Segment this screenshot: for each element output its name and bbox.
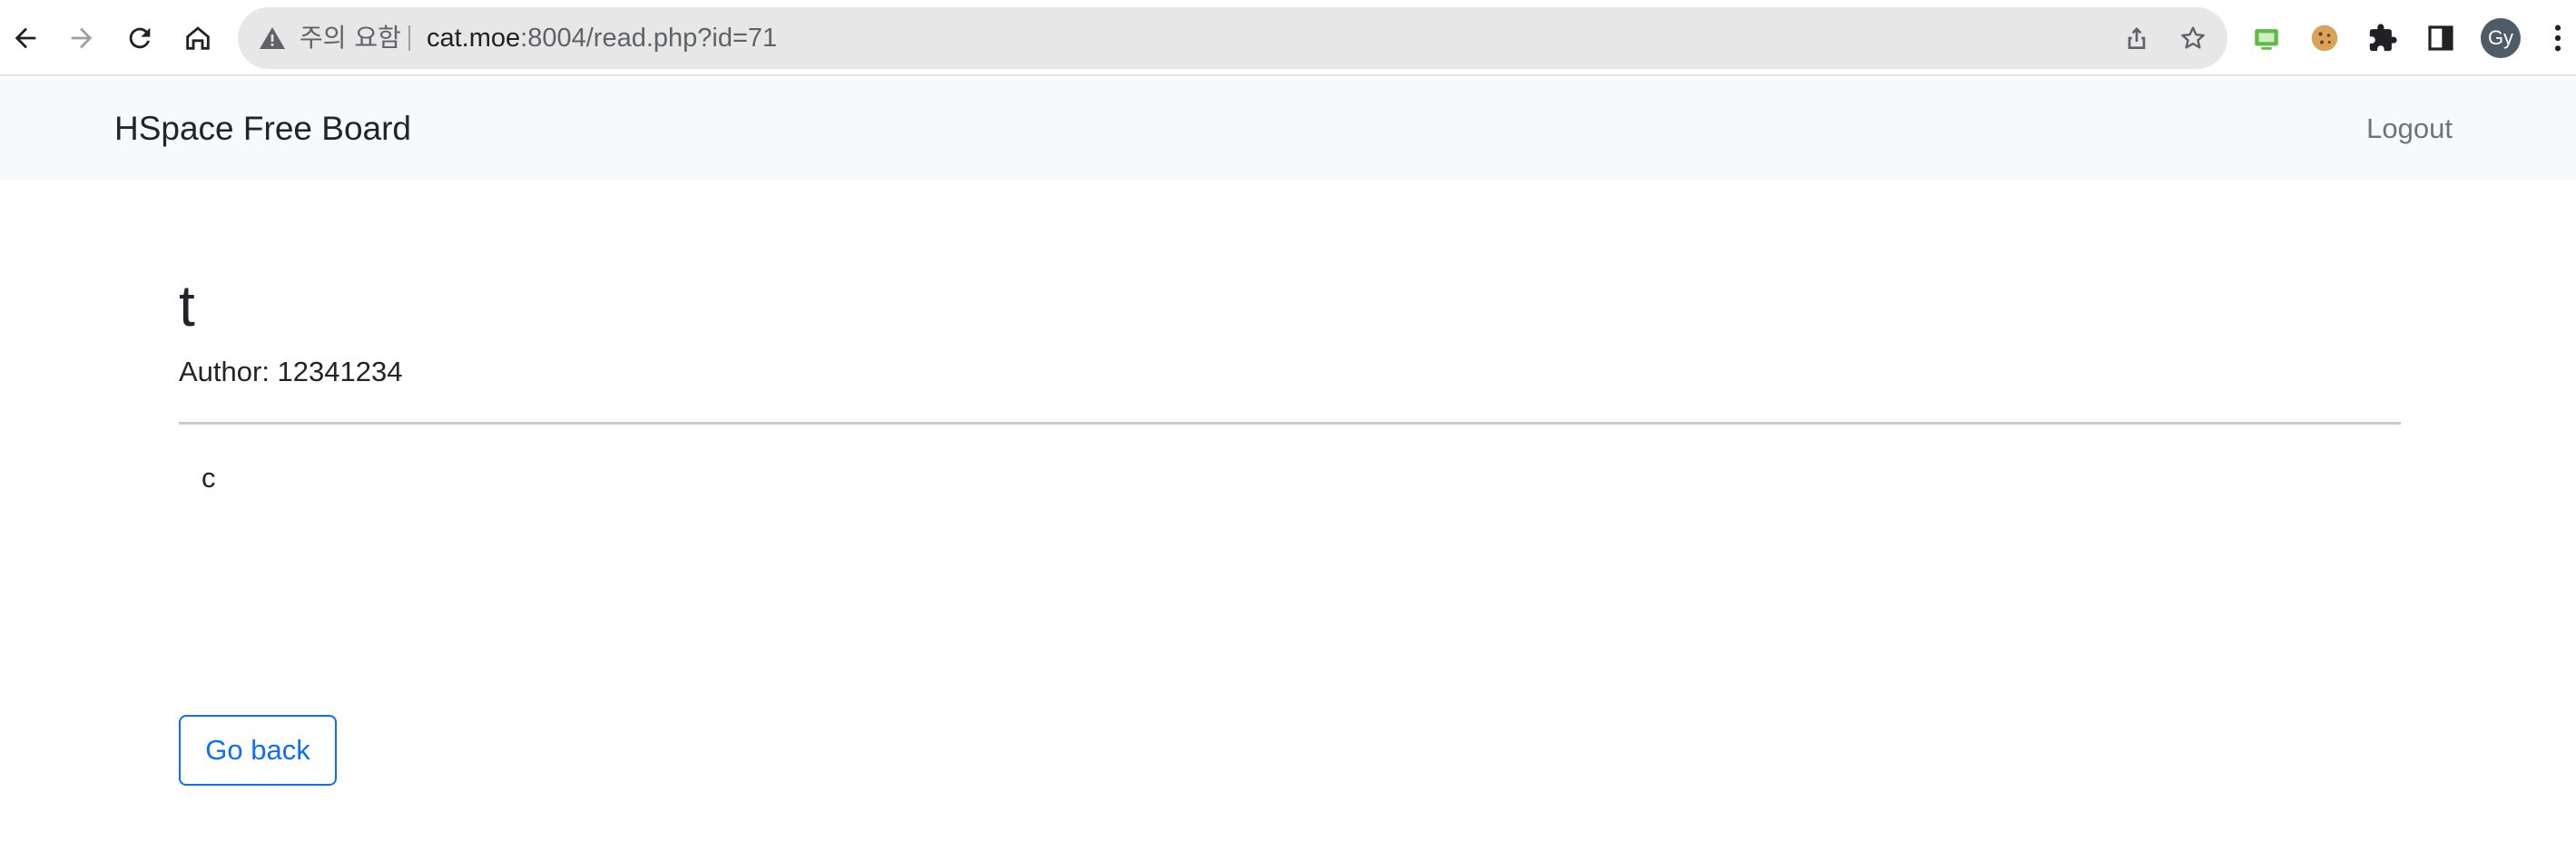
back-button[interactable]: [0, 13, 51, 64]
home-icon: [186, 26, 210, 50]
profile-avatar[interactable]: Gy: [2481, 18, 2521, 58]
go-back-button[interactable]: Go back: [179, 715, 337, 786]
site-navbar: HSpace Free Board Logout: [0, 78, 2576, 180]
site-brand[interactable]: HSpace Free Board: [114, 78, 411, 180]
post-body: c: [202, 462, 216, 494]
reload-button[interactable]: [114, 13, 165, 64]
browser-toolbar: 주의 요함 cat.moe:8004/read.php?id=71 Gy: [0, 0, 2576, 76]
puzzle-icon[interactable]: [2365, 20, 2401, 56]
post-author: Author: 12341234: [179, 356, 403, 387]
cookie-icon[interactable]: [2306, 20, 2343, 56]
url-host: cat.moe: [427, 24, 521, 53]
post-divider: [179, 422, 2401, 425]
warning-icon: [260, 27, 285, 49]
side-panel-icon[interactable]: [2423, 20, 2459, 56]
star-icon[interactable]: [2178, 24, 2207, 53]
security-status-label[interactable]: 주의 요함: [300, 7, 401, 69]
post-title: t: [179, 273, 195, 338]
url-path: :8004/read.php?id=71: [520, 24, 778, 53]
home-button[interactable]: [172, 13, 223, 64]
back-arrow-icon: [15, 27, 36, 49]
url-text[interactable]: cat.moe:8004/read.php?id=71: [427, 7, 777, 69]
forward-button[interactable]: [56, 13, 107, 64]
omnibox-separator: [408, 25, 410, 51]
kebab-menu-icon[interactable]: [2540, 20, 2576, 56]
logout-link[interactable]: Logout: [2366, 78, 2453, 180]
share-icon[interactable]: [2122, 24, 2151, 53]
address-bar[interactable]: 주의 요함 cat.moe:8004/read.php?id=71: [238, 7, 2227, 69]
extension-green-icon[interactable]: [2248, 20, 2285, 56]
reload-icon: [129, 27, 151, 49]
forward-arrow-icon: [71, 27, 93, 49]
